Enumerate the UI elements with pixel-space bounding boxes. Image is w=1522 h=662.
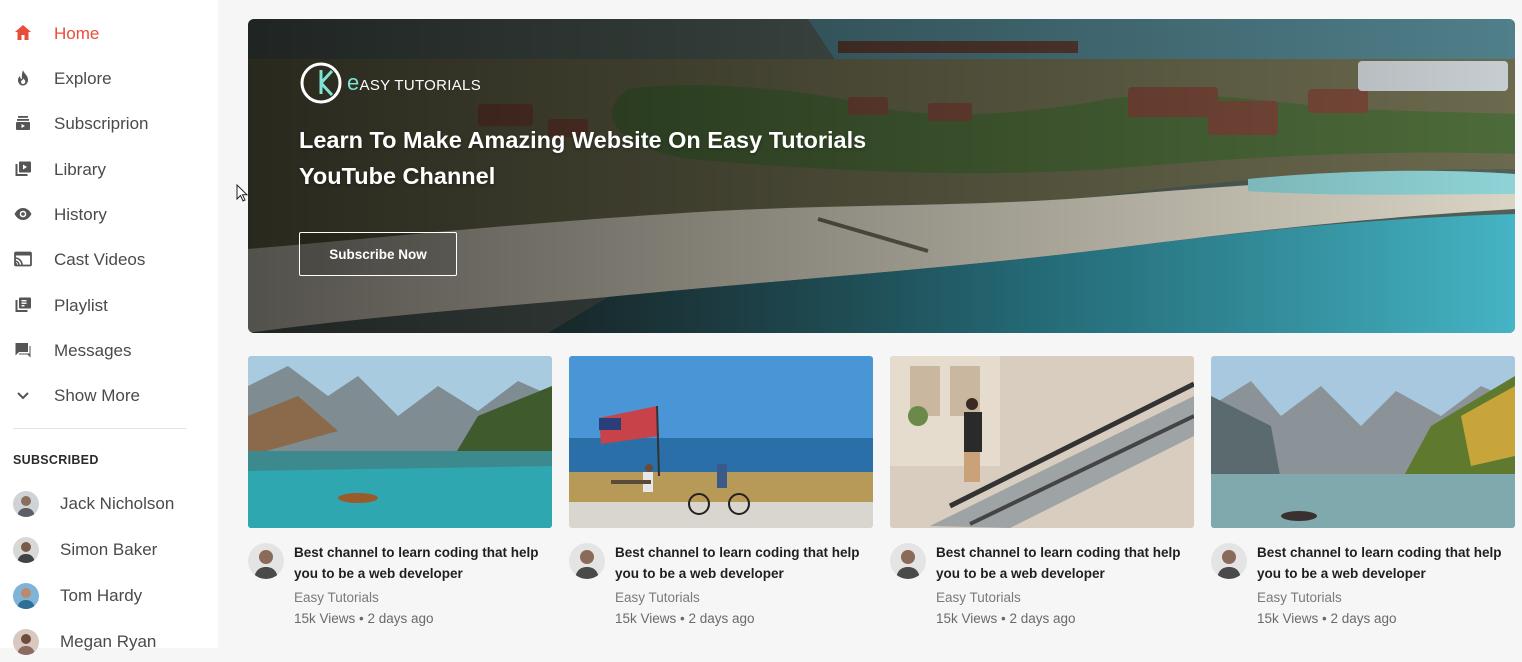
sidebar-item-label: Playlist (54, 296, 108, 315)
mouse-cursor-icon (236, 184, 249, 202)
video-title[interactable]: Best channel to learn coding that help y… (615, 542, 873, 584)
sidebar-item-label: Show More (54, 386, 140, 405)
video-title[interactable]: Best channel to learn coding that help y… (1257, 542, 1515, 584)
messages-icon (15, 343, 31, 358)
sidebar-divider (13, 428, 186, 429)
subscribe-now-button[interactable]: Subscribe Now (299, 232, 457, 276)
cast-icon (14, 251, 32, 267)
chevron-down-icon (17, 392, 29, 400)
video-thumbnail[interactable] (569, 356, 873, 528)
sidebar-item-show-more[interactable]: Show More (0, 375, 218, 415)
sidebar-item-label: Cast Videos (54, 250, 146, 269)
video-meta: 15k Views • 2 days ago (1257, 611, 1397, 626)
library-icon (15, 161, 31, 176)
sidebar-item-label: Home (54, 24, 100, 43)
channel-avatar[interactable] (569, 543, 605, 579)
history-eye-icon (14, 208, 32, 220)
video-card[interactable]: Best channel to learn coding that help y… (1211, 356, 1515, 646)
sidebar: Home Explore Subscriprion Library Histor… (0, 0, 218, 655)
subscribed-channel[interactable]: Simon Baker (0, 530, 218, 570)
subscribed-channel-name: Megan Ryan (60, 632, 157, 651)
home-icon (15, 25, 31, 40)
video-channel-name[interactable]: Easy Tutorials (936, 590, 1021, 605)
channel-avatar[interactable] (248, 543, 284, 579)
video-meta: 15k Views • 2 days ago (615, 611, 755, 626)
sidebar-item-explore[interactable]: Explore (0, 58, 218, 98)
video-card[interactable]: Best channel to learn coding that help y… (569, 356, 873, 646)
sidebar-item-subscription[interactable]: Subscriprion (0, 103, 218, 143)
video-card[interactable]: Best channel to learn coding that help y… (890, 356, 1194, 646)
subscribed-heading: SUBSCRIBED (13, 453, 99, 467)
sidebar-item-label: History (54, 205, 107, 224)
sidebar-item-label: Library (54, 160, 106, 179)
video-meta: 15k Views • 2 days ago (936, 611, 1076, 626)
video-thumbnail[interactable] (1211, 356, 1515, 528)
video-card[interactable]: Best channel to learn coding that help y… (248, 356, 552, 646)
subscribed-channel-name: Jack Nicholson (60, 494, 175, 513)
banner-title: Learn To Make Amazing Website On Easy Tu… (299, 127, 867, 189)
sidebar-item-label: Explore (54, 69, 112, 88)
video-channel-name[interactable]: Easy Tutorials (1257, 590, 1342, 605)
sidebar-item-home[interactable]: Home (0, 13, 218, 53)
avatar (13, 491, 39, 517)
channel-avatar[interactable] (1211, 543, 1247, 579)
video-thumbnail[interactable] (890, 356, 1194, 528)
sidebar-item-history[interactable]: History (0, 194, 218, 234)
subscription-icon (16, 116, 30, 130)
avatar (13, 537, 39, 563)
easy-tutorials-logo-icon (300, 62, 342, 104)
subscribed-channel-name: Tom Hardy (60, 586, 143, 605)
sidebar-item-playlist[interactable]: Playlist (0, 285, 218, 325)
video-thumbnail[interactable] (248, 356, 552, 528)
sidebar-item-library[interactable]: Library (0, 149, 218, 189)
sidebar-item-label: Messages (54, 341, 132, 360)
subscribed-channel-name: Simon Baker (60, 540, 158, 559)
video-title[interactable]: Best channel to learn coding that help y… (936, 542, 1194, 584)
video-meta: 15k Views • 2 days ago (294, 611, 434, 626)
sidebar-item-messages[interactable]: Messages (0, 330, 218, 370)
playlist-icon (15, 297, 31, 312)
sidebar-item-cast-videos[interactable]: Cast Videos (0, 239, 218, 279)
video-title[interactable]: Best channel to learn coding that help y… (294, 542, 552, 584)
channel-avatar[interactable] (890, 543, 926, 579)
subscribed-channel[interactable]: Jack Nicholson (0, 484, 218, 524)
video-channel-name[interactable]: Easy Tutorials (615, 590, 700, 605)
avatar (13, 629, 39, 655)
hero-banner: eASY TUTORIALS Learn To Make Amazing Web… (248, 19, 1515, 333)
brand-name: eASY TUTORIALS (347, 70, 481, 95)
subscribed-channel[interactable]: Tom Hardy (0, 576, 218, 616)
brand: eASY TUTORIALS (299, 61, 481, 105)
video-channel-name[interactable]: Easy Tutorials (294, 590, 379, 605)
subscribed-channel[interactable]: Megan Ryan (0, 622, 218, 662)
sidebar-item-label: Subscriprion (54, 114, 149, 133)
avatar (13, 583, 39, 609)
flame-icon (18, 70, 28, 86)
